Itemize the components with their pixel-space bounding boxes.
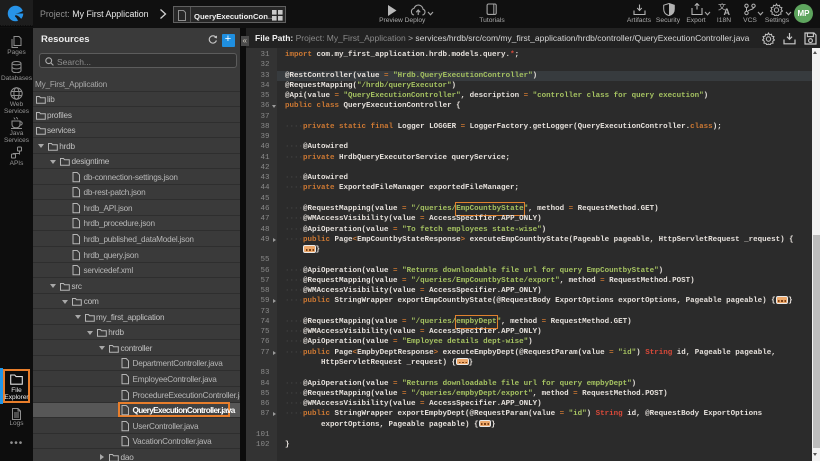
svg-text:A: A [724, 7, 731, 16]
